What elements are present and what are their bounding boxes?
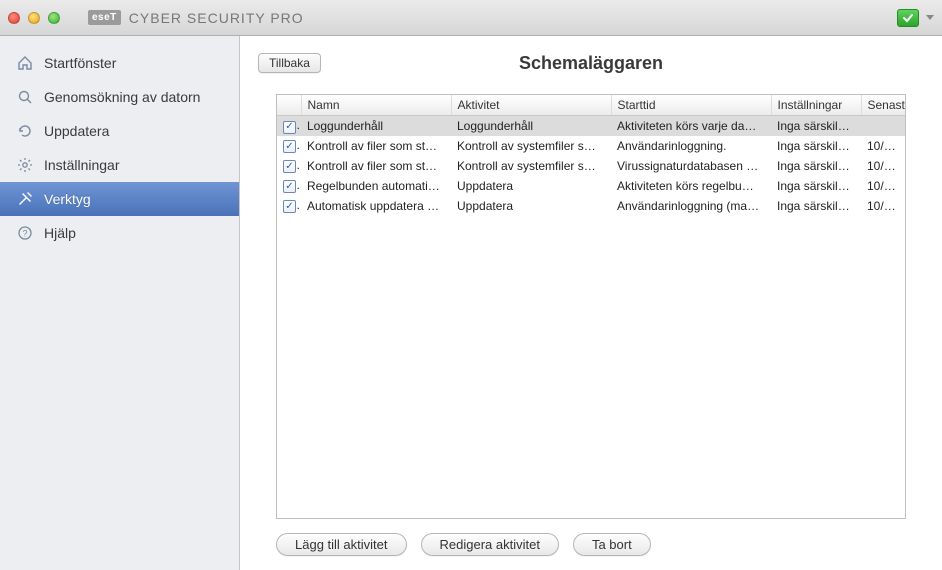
checkbox-icon[interactable]: ✓ bbox=[283, 200, 296, 213]
table-row[interactable]: ✓ Regelbunden automati…UppdateraAktivitet… bbox=[277, 176, 905, 196]
cell-namn: Automatisk uppdatera … bbox=[301, 196, 451, 216]
content-header: Tillbaka Schemaläggaren bbox=[258, 46, 924, 80]
brand-logo: eseT bbox=[88, 10, 121, 25]
sidebar-item-label: Hjälp bbox=[44, 225, 76, 241]
cell-aktivitet: Loggunderhåll bbox=[451, 116, 611, 136]
page-title: Schemaläggaren bbox=[519, 53, 663, 74]
checkbox-icon[interactable]: ✓ bbox=[283, 180, 296, 193]
zoom-icon[interactable] bbox=[48, 12, 60, 24]
minimize-icon[interactable] bbox=[28, 12, 40, 24]
titlebar-right bbox=[897, 9, 934, 27]
cell-namn: Kontroll av filer som st… bbox=[301, 136, 451, 156]
header-aktivitet[interactable]: Aktivitet bbox=[451, 95, 611, 116]
cell-starttid: Användarinloggning (ma… bbox=[611, 196, 771, 216]
sidebar-item-label: Inställningar bbox=[44, 157, 120, 173]
add-activity-button[interactable]: Lägg till aktivitet bbox=[276, 533, 407, 556]
update-icon bbox=[16, 122, 34, 140]
cell-starttid: Virussignaturdatabasen … bbox=[611, 156, 771, 176]
cell-senast_kord: 10/10/13 4:… bbox=[861, 176, 905, 196]
sidebar-item-label: Startfönster bbox=[44, 55, 116, 71]
checkbox-icon[interactable]: ✓ bbox=[283, 160, 296, 173]
content-area: Tillbaka Schemaläggaren Namn Aktivitet S… bbox=[240, 36, 942, 570]
cell-installningar: Inga särskil… bbox=[771, 136, 861, 156]
cell-namn: Loggunderhåll bbox=[301, 116, 451, 136]
help-icon: ? bbox=[16, 224, 34, 242]
cell-starttid: Aktiviteten körs regelbu… bbox=[611, 176, 771, 196]
checkbox-icon[interactable]: ✓ bbox=[283, 121, 296, 134]
checkbox-icon[interactable]: ✓ bbox=[283, 140, 296, 153]
check-icon bbox=[902, 12, 914, 24]
protection-status-badge[interactable] bbox=[897, 9, 919, 27]
sidebar-item-label: Genomsökning av datorn bbox=[44, 89, 200, 105]
row-checkbox-cell[interactable]: ✓ bbox=[277, 176, 301, 196]
titlebar: eseT CYBER SECURITY PRO bbox=[0, 0, 942, 36]
table-header-row: Namn Aktivitet Starttid Inställningar Se… bbox=[277, 95, 905, 116]
row-checkbox-cell[interactable]: ✓ bbox=[277, 156, 301, 176]
table-row[interactable]: ✓ Kontroll av filer som st…Kontroll av sy… bbox=[277, 136, 905, 156]
delete-activity-button[interactable]: Ta bort bbox=[573, 533, 651, 556]
cell-starttid: Aktiviteten körs varje da… bbox=[611, 116, 771, 136]
cell-installningar: Inga särskil… bbox=[771, 156, 861, 176]
settings-icon bbox=[16, 156, 34, 174]
tools-icon bbox=[16, 190, 34, 208]
sidebar-item-label: Verktyg bbox=[44, 191, 91, 207]
cell-senast_kord: 10/10/13 4:… bbox=[861, 196, 905, 216]
svg-text:?: ? bbox=[22, 229, 27, 239]
scheduler-table: Namn Aktivitet Starttid Inställningar Se… bbox=[276, 94, 906, 519]
sidebar-item-home[interactable]: Startfönster bbox=[0, 46, 239, 80]
cell-namn: Kontroll av filer som st… bbox=[301, 156, 451, 176]
cell-senast_kord bbox=[861, 116, 905, 136]
cell-senast_kord: 10/10/13 4:… bbox=[861, 136, 905, 156]
sidebar: Startfönster Genomsökning av datorn Uppd… bbox=[0, 36, 240, 570]
header-installningar[interactable]: Inställningar bbox=[771, 95, 861, 116]
action-buttons: Lägg till aktivitet Redigera aktivitet T… bbox=[258, 519, 924, 556]
sidebar-item-label: Uppdatera bbox=[44, 123, 109, 139]
header-senast-kord[interactable]: Senast körd bbox=[861, 95, 905, 116]
scan-icon bbox=[16, 88, 34, 106]
cell-aktivitet: Uppdatera bbox=[451, 196, 611, 216]
home-icon bbox=[16, 54, 34, 72]
sidebar-item-settings[interactable]: Inställningar bbox=[0, 148, 239, 182]
chevron-down-icon[interactable] bbox=[926, 15, 934, 20]
cell-starttid: Användarinloggning. bbox=[611, 136, 771, 156]
sidebar-item-update[interactable]: Uppdatera bbox=[0, 114, 239, 148]
row-checkbox-cell[interactable]: ✓ bbox=[277, 196, 301, 216]
back-button[interactable]: Tillbaka bbox=[258, 53, 321, 73]
table-row[interactable]: ✓ Automatisk uppdatera …UppdateraAnvändar… bbox=[277, 196, 905, 216]
cell-installningar: Inga särskil… bbox=[771, 196, 861, 216]
brand: eseT CYBER SECURITY PRO bbox=[88, 10, 304, 26]
cell-installningar: Inga särskil… bbox=[771, 116, 861, 136]
table-row[interactable]: ✓LoggunderhållLoggunderhållAktiviteten k… bbox=[277, 116, 905, 136]
header-namn[interactable]: Namn bbox=[301, 95, 451, 116]
header-starttid[interactable]: Starttid bbox=[611, 95, 771, 116]
window-controls bbox=[8, 12, 60, 24]
cell-aktivitet: Kontroll av systemfiler s… bbox=[451, 156, 611, 176]
header-check[interactable] bbox=[277, 95, 301, 116]
table-row[interactable]: ✓ Kontroll av filer som st…Kontroll av sy… bbox=[277, 156, 905, 176]
cell-namn: Regelbunden automati… bbox=[301, 176, 451, 196]
row-checkbox-cell[interactable]: ✓ bbox=[277, 116, 301, 136]
edit-activity-button[interactable]: Redigera aktivitet bbox=[421, 533, 559, 556]
row-checkbox-cell[interactable]: ✓ bbox=[277, 136, 301, 156]
cell-senast_kord: 10/10/13 4:… bbox=[861, 156, 905, 176]
cell-aktivitet: Kontroll av systemfiler s… bbox=[451, 136, 611, 156]
window-body: Startfönster Genomsökning av datorn Uppd… bbox=[0, 36, 942, 570]
app-window: eseT CYBER SECURITY PRO Startfönster bbox=[0, 0, 942, 570]
cell-installningar: Inga särskil… bbox=[771, 176, 861, 196]
sidebar-item-scan[interactable]: Genomsökning av datorn bbox=[0, 80, 239, 114]
sidebar-item-help[interactable]: ? Hjälp bbox=[0, 216, 239, 250]
cell-aktivitet: Uppdatera bbox=[451, 176, 611, 196]
sidebar-item-tools[interactable]: Verktyg bbox=[0, 182, 239, 216]
brand-title: CYBER SECURITY PRO bbox=[129, 10, 304, 26]
close-icon[interactable] bbox=[8, 12, 20, 24]
